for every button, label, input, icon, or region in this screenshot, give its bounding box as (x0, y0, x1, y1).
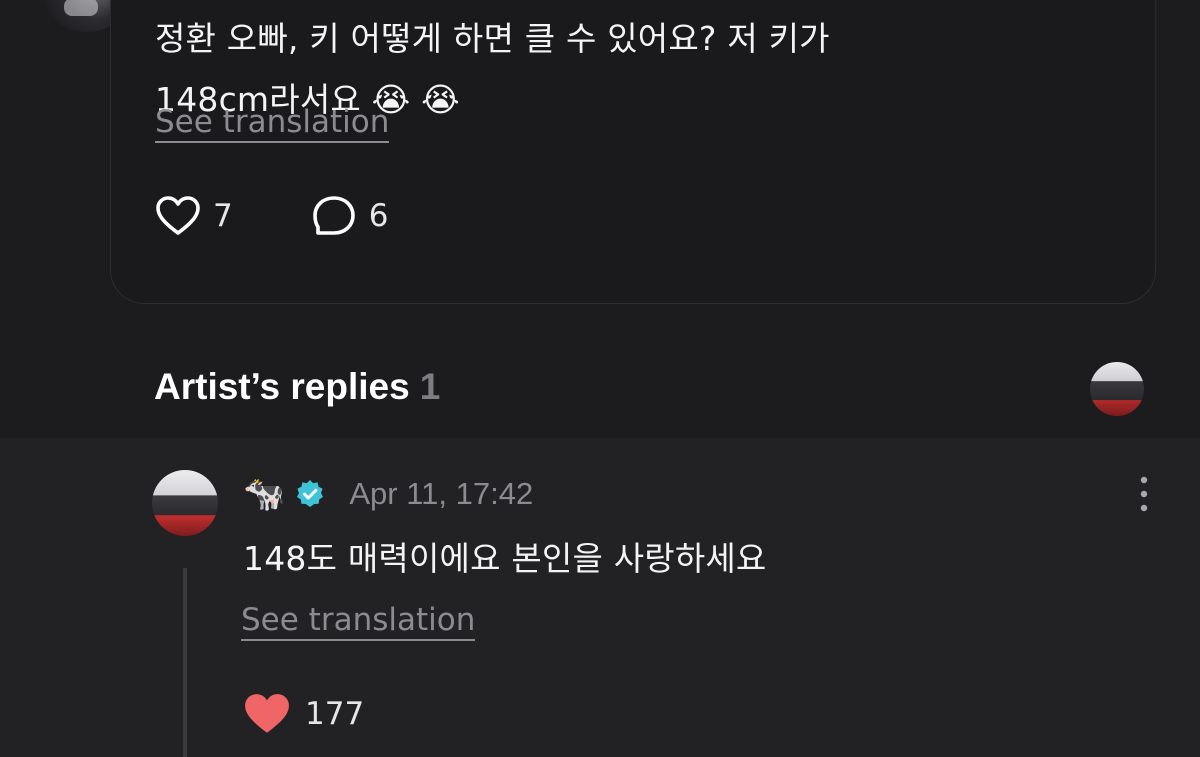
artist-replies-label: Artist’s replies (154, 366, 410, 407)
speech-bubble-icon (312, 196, 355, 235)
reply-timestamp: Apr 11, 17:42 (349, 476, 534, 511)
post-comment-button[interactable]: 6 (311, 194, 389, 238)
artist-replies-header: Artist’s replies 1 (0, 336, 1200, 438)
post-like-count: 7 (213, 198, 233, 234)
post-card: 정환 오빠, 키 어떻게 하면 클 수 있어요? 저 키가 148cm라서요 😭… (110, 0, 1156, 304)
reply-like-count: 177 (305, 696, 365, 732)
heart-filled-icon (245, 694, 289, 733)
post-text-line: 정환 오빠, 키 어떻게 하면 클 수 있어요? 저 키가 (155, 19, 830, 58)
reply-like-button[interactable]: 177 (243, 692, 364, 736)
heart-outline-icon (156, 196, 200, 235)
post-comment-count: 6 (368, 198, 389, 234)
artist-reply: 🐄 Apr 11, 17:42 148도 매력이에요 본인을 사랑하세요 See… (0, 438, 1200, 757)
fan-post-thread: 정환 오빠, 키 어떻게 하면 클 수 있어요? 저 키가 148cm라서요 😭… (0, 0, 1200, 757)
more-options-icon[interactable] (1136, 474, 1152, 514)
reply-author-name[interactable]: 🐄 (243, 474, 285, 514)
artist-avatar[interactable] (1090, 362, 1144, 416)
thread-line (183, 568, 187, 757)
reply-header: 🐄 Apr 11, 17:42 (243, 474, 533, 514)
post-see-translation-link[interactable]: See translation (155, 104, 390, 143)
reply-see-translation-link[interactable]: See translation (241, 602, 476, 641)
verified-badge-icon (297, 480, 324, 507)
post-like-button[interactable]: 7 (155, 195, 233, 237)
artist-replies-title: Artist’s replies 1 (154, 366, 440, 408)
reply-body: 148도 매력이에요 본인을 사랑하세요 (243, 539, 767, 578)
artist-replies-count: 1 (419, 366, 441, 407)
post-actions: 7 6 (155, 194, 388, 238)
reply-author-avatar[interactable] (152, 470, 218, 536)
